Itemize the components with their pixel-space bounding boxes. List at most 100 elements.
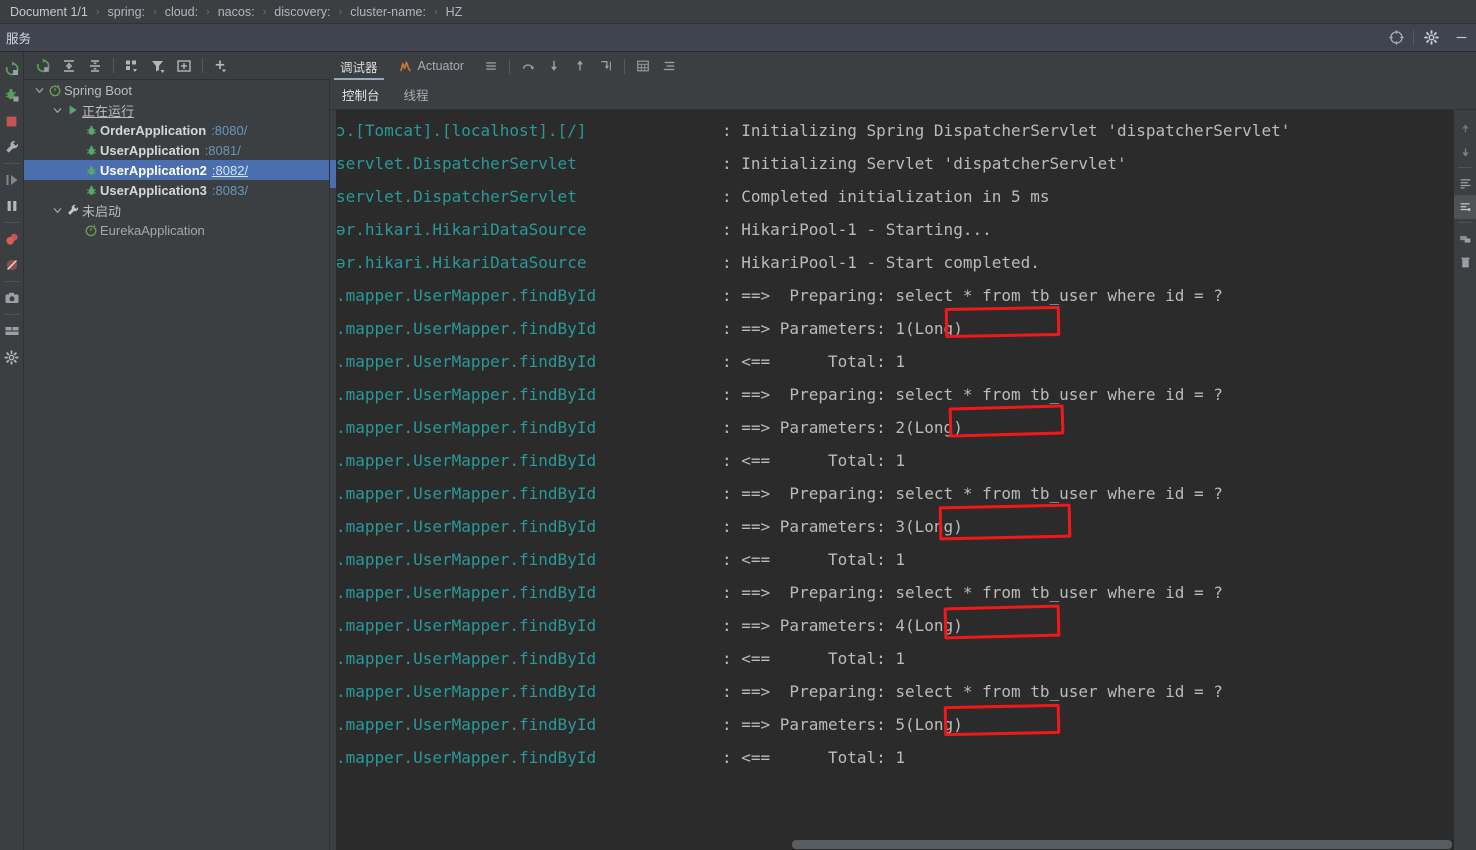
tree-row[interactable]: EurekaApplication — [24, 220, 329, 240]
stop-icon[interactable] — [0, 108, 24, 134]
chevron-down-icon[interactable] — [50, 100, 64, 120]
pause-icon[interactable] — [0, 193, 24, 219]
target-icon[interactable] — [1381, 24, 1411, 52]
settings-list-icon[interactable] — [656, 53, 682, 79]
menu-icon[interactable] — [478, 53, 504, 79]
console-message: : Completed initialization in 5 ms — [722, 187, 1050, 206]
console-subtab-row: 控制台 线程 — [330, 80, 1476, 110]
console-message: : ==> Parameters: 4(Long) — [722, 616, 963, 635]
tree-node-port-link[interactable]: :8083/ — [212, 183, 248, 198]
tree-node-port-link[interactable]: :8081/ — [205, 143, 241, 158]
console-line: .mapper.UserMapper.findById : ==> Paramet… — [336, 312, 1454, 345]
layout-icon[interactable] — [0, 318, 24, 344]
console-message: : ==> Preparing: select * from tb_user w… — [722, 286, 1223, 305]
console-line: ər.hikari.HikariDataSource: HikariPool-1… — [336, 213, 1454, 246]
console-horizontal-scrollbar[interactable] — [336, 840, 1454, 850]
wrench-icon[interactable] — [0, 134, 24, 160]
breadcrumb-item[interactable]: HZ — [444, 5, 465, 19]
tab-actuator[interactable]: Actuator — [388, 52, 475, 80]
console-message: : <== Total: 1 — [722, 649, 906, 668]
tree-row[interactable]: 正在运行 — [24, 100, 329, 120]
console-line: .mapper.UserMapper.findById: ==> Paramet… — [336, 708, 1454, 741]
breadcrumb-item[interactable]: cloud: — [163, 5, 200, 19]
step-over-icon[interactable] — [515, 53, 541, 79]
add-icon[interactable] — [208, 53, 234, 79]
debug-action-rail — [0, 52, 24, 850]
filter-icon[interactable] — [145, 53, 171, 79]
console-logger-name: .mapper.UserMapper.findById — [336, 715, 597, 734]
console-logger-name: .mapper.UserMapper.findById — [336, 319, 597, 338]
view-options-icon[interactable] — [171, 53, 197, 79]
rerun-icon[interactable] — [0, 56, 24, 82]
breadcrumb-item[interactable]: Document 1/1 — [8, 5, 90, 19]
rerun-service-icon[interactable] — [30, 53, 56, 79]
rail-divider — [1458, 222, 1472, 223]
rail-divider — [3, 314, 20, 315]
clear-all-icon[interactable] — [1454, 226, 1476, 250]
breadcrumb-item[interactable]: nacos: — [216, 5, 257, 19]
console-scrollbar-thumb[interactable] — [792, 840, 1452, 849]
console-line: servlet.DispatcherServlet: Completed ini… — [336, 180, 1454, 213]
step-out-icon[interactable] — [567, 53, 593, 79]
rail-divider — [3, 222, 20, 223]
console-message: : ==> Parameters: 1(Long) — [722, 319, 963, 338]
tree-row[interactable]: UserApplication2:8082/ — [24, 160, 329, 180]
tree-node-port-link[interactable]: :8080/ — [211, 123, 247, 138]
mute-breakpoints-icon[interactable] — [0, 252, 24, 278]
console-line: .mapper.UserMapper.findById: <== Total: … — [336, 345, 1454, 378]
tree-row[interactable]: OrderApplication:8080/ — [24, 120, 329, 140]
debug-bug-icon — [82, 120, 100, 140]
scroll-up-icon[interactable] — [1454, 116, 1476, 140]
chevron-down-icon[interactable] — [32, 80, 46, 100]
group-by-icon[interactable] — [119, 53, 145, 79]
tree-node-port-link[interactable]: :8082/ — [212, 163, 248, 178]
tab-debugger[interactable]: 调试器 — [330, 52, 388, 80]
resume-icon[interactable] — [0, 167, 24, 193]
tree-node-label: UserApplication3 — [100, 182, 207, 198]
console-logger-name: .mapper.UserMapper.findById — [336, 682, 597, 701]
breadcrumb-separator: › — [206, 5, 210, 18]
view-breakpoints-icon[interactable] — [0, 226, 24, 252]
console-logger-name: .mapper.UserMapper.findById — [336, 286, 597, 305]
debug-bug-icon — [82, 180, 100, 200]
trash-icon[interactable] — [1454, 250, 1476, 274]
step-into-icon[interactable] — [541, 53, 567, 79]
console-output[interactable]: ɔ.[Tomcat].[localhost].[/]: Initializing… — [336, 110, 1454, 850]
tree-row[interactable]: UserApplication3 :8083/ — [24, 180, 329, 200]
console-logger-name: .mapper.UserMapper.findById — [336, 616, 597, 635]
rail-divider — [3, 163, 20, 164]
tree-node-label: UserApplication — [100, 142, 200, 158]
subtab-console[interactable]: 控制台 — [330, 80, 392, 110]
breadcrumb-item[interactable]: spring: — [106, 5, 148, 19]
print-icon[interactable] — [1454, 195, 1476, 219]
gear-icon[interactable] — [1416, 24, 1446, 52]
run-to-cursor-icon[interactable] — [593, 53, 619, 79]
soft-wrap-icon[interactable] — [1454, 171, 1476, 195]
breadcrumb-item[interactable]: discovery: — [272, 5, 332, 19]
tree-row[interactable]: 未启动 — [24, 200, 329, 220]
scroll-down-icon[interactable] — [1454, 140, 1476, 164]
settings-gear-icon[interactable] — [0, 344, 24, 370]
tree-row[interactable]: UserApplication :8081/ — [24, 140, 329, 160]
console-message: : HikariPool-1 - Starting... — [722, 220, 992, 239]
breadcrumb-item[interactable]: cluster-name: — [348, 5, 428, 19]
minimize-icon[interactable] — [1446, 24, 1476, 52]
expand-all-icon[interactable] — [56, 53, 82, 79]
services-tree[interactable]: Spring Boot 正在运行 OrderApplication:8080/Use… — [24, 80, 330, 850]
chevron-down-icon[interactable] — [50, 200, 64, 220]
collapse-all-icon[interactable] — [82, 53, 108, 79]
subtab-threads[interactable]: 线程 — [392, 80, 441, 110]
tree-row[interactable]: Spring Boot — [24, 80, 329, 100]
debug-icon[interactable] — [0, 82, 24, 108]
camera-icon[interactable] — [0, 285, 24, 311]
console-message: : ==> Parameters: 2(Long) — [722, 418, 963, 437]
console-message: : <== Total: 1 — [722, 451, 906, 470]
breadcrumb-separator: › — [153, 5, 157, 18]
rail-divider — [1458, 167, 1472, 168]
debug-tool-window: 调试器 Actuator 控制台 线程 ɔ.[Tomcat].[localhost]… — [330, 52, 1476, 850]
console-logger-name: ɔ.[Tomcat].[localhost].[/] — [336, 121, 587, 140]
evaluate-icon[interactable] — [630, 53, 656, 79]
console-message: : ==> Preparing: select * from tb_user w… — [722, 682, 1223, 701]
